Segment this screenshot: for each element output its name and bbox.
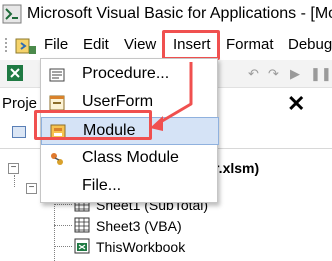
excel-icon[interactable] (6, 64, 24, 82)
view-code-icon[interactable] (12, 126, 26, 138)
redo-icon[interactable]: ↷ (268, 66, 279, 82)
procedure-icon (49, 68, 65, 82)
menu-file[interactable]: File (44, 36, 68, 53)
run-icon[interactable]: ▶ (290, 66, 300, 82)
tree-item-thisworkbook[interactable]: ThisWorkbook (96, 239, 185, 255)
menu-format[interactable]: Format (226, 36, 274, 53)
menu-view[interactable]: View (124, 36, 156, 53)
module-annotation-box (34, 110, 152, 140)
userform-icon (49, 95, 65, 111)
menu-debug[interactable]: Debug (288, 36, 332, 53)
tree-item-sheet3[interactable]: Sheet3 (VBA) (96, 218, 182, 234)
menu-item-class-module[interactable]: Class Module (41, 145, 219, 173)
break-icon[interactable]: ❚❚ (310, 66, 332, 82)
collapse-icon[interactable]: − (26, 183, 37, 194)
class-module-icon (51, 153, 63, 165)
collapse-icon[interactable]: − (8, 163, 19, 174)
menu-item-label: Class Module (82, 149, 179, 166)
menu-item-label: Procedure... (82, 65, 170, 82)
project-explorer-title: Proje (2, 95, 38, 112)
undo-icon[interactable]: ↶ (248, 66, 259, 82)
insert-annotation-box (162, 30, 220, 60)
close-icon[interactable]: ✕ (287, 91, 305, 117)
vba-app-icon (2, 4, 22, 24)
menu-item-label: File... (82, 177, 122, 194)
workbook-name[interactable]: r.xlsm) (214, 160, 259, 176)
menu-item-label: UserForm (82, 93, 154, 110)
menu-item-procedure[interactable]: Procedure... (41, 61, 219, 89)
workbook-icon (74, 238, 90, 254)
window-title: Microsoft Visual Basic for Applications … (27, 5, 332, 22)
menu-item-file[interactable]: File... (41, 173, 219, 201)
menu-edit[interactable]: Edit (83, 36, 109, 53)
worksheet-icon (74, 217, 90, 233)
